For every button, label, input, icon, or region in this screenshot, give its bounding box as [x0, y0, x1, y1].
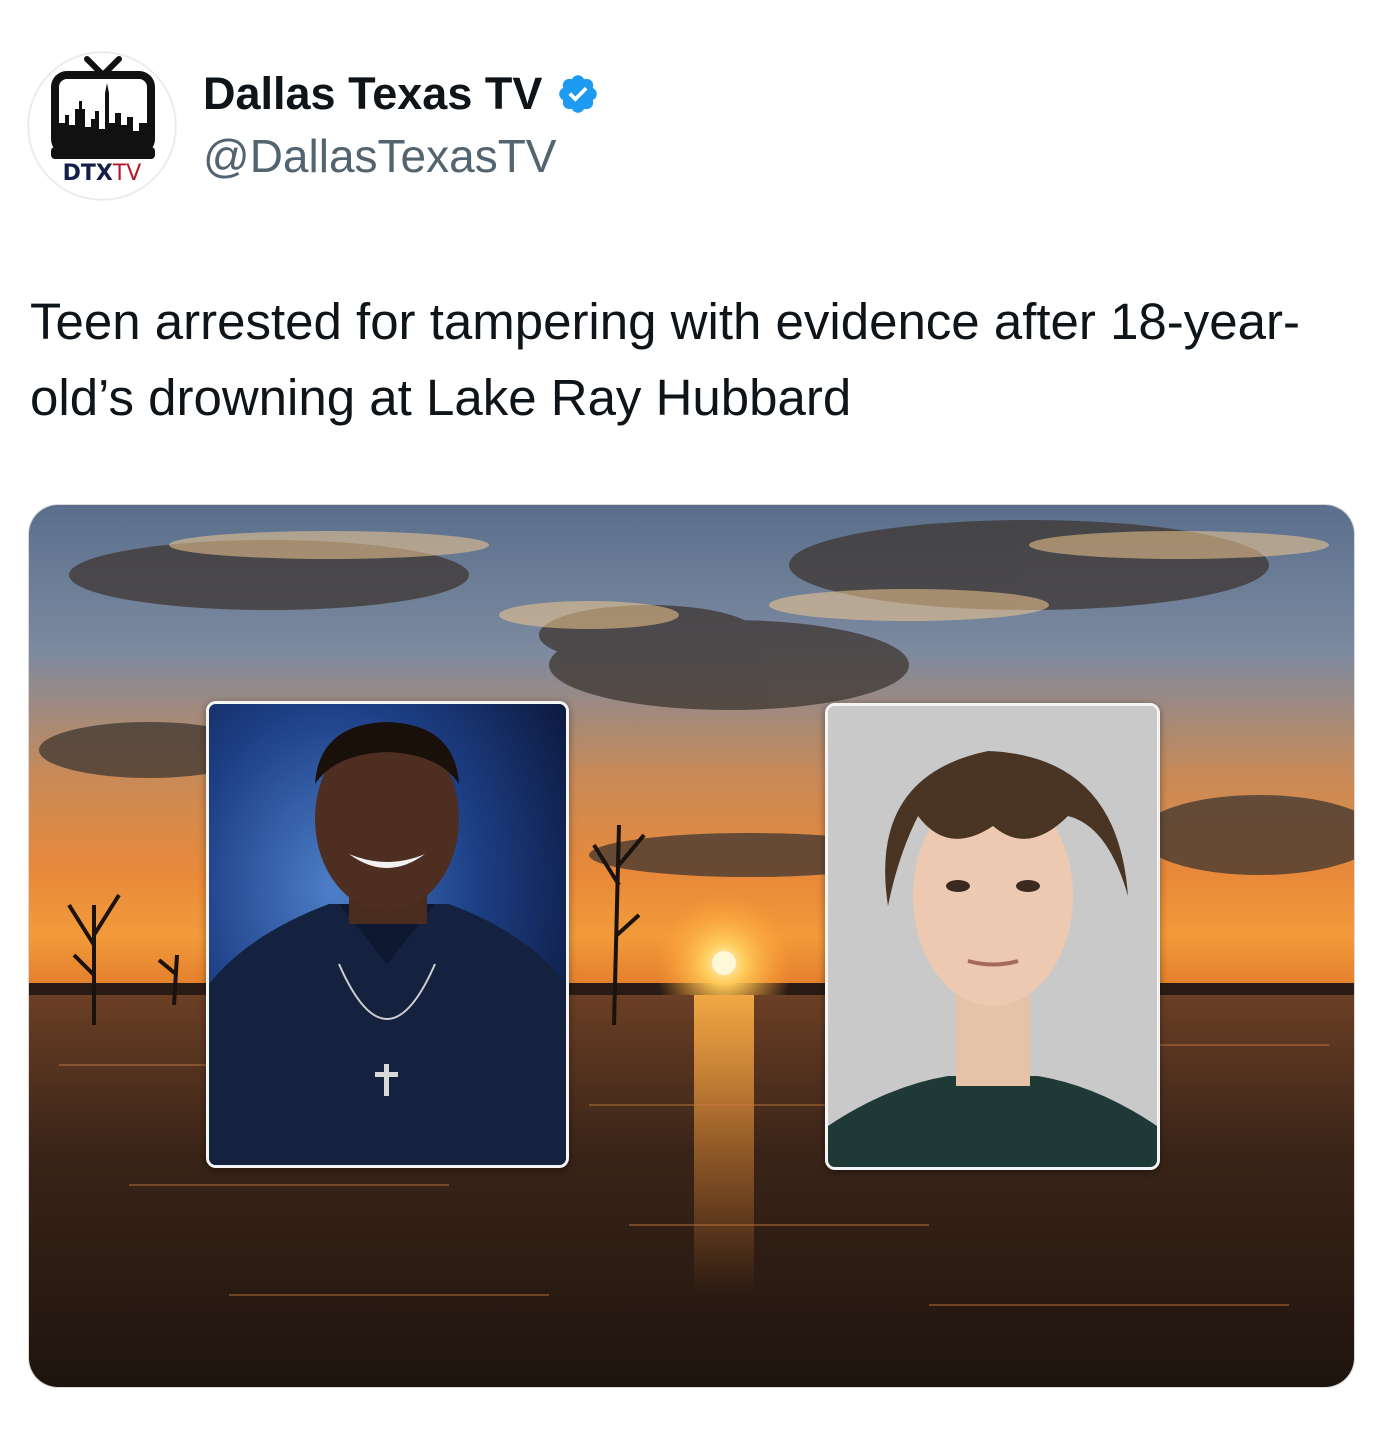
- mugshot-image: [828, 706, 1157, 1167]
- account-handle[interactable]: @DallasTexasTV: [203, 128, 556, 184]
- display-name[interactable]: Dallas Texas TV: [203, 66, 542, 122]
- verified-badge-icon: [559, 75, 598, 113]
- lake-sunset-image[interactable]: [28, 504, 1355, 1388]
- avatar[interactable]: DTXTV: [28, 52, 176, 200]
- author-name-row: Dallas Texas TV: [203, 66, 600, 122]
- mugshot-photo-right[interactable]: [825, 703, 1160, 1170]
- portrait-image: [209, 704, 566, 1165]
- tweet-text: Teen arrested for tampering with evidenc…: [30, 293, 1300, 426]
- portrait-photo-left[interactable]: [206, 701, 569, 1168]
- avatar-logo-text: DTXTV: [62, 161, 142, 186]
